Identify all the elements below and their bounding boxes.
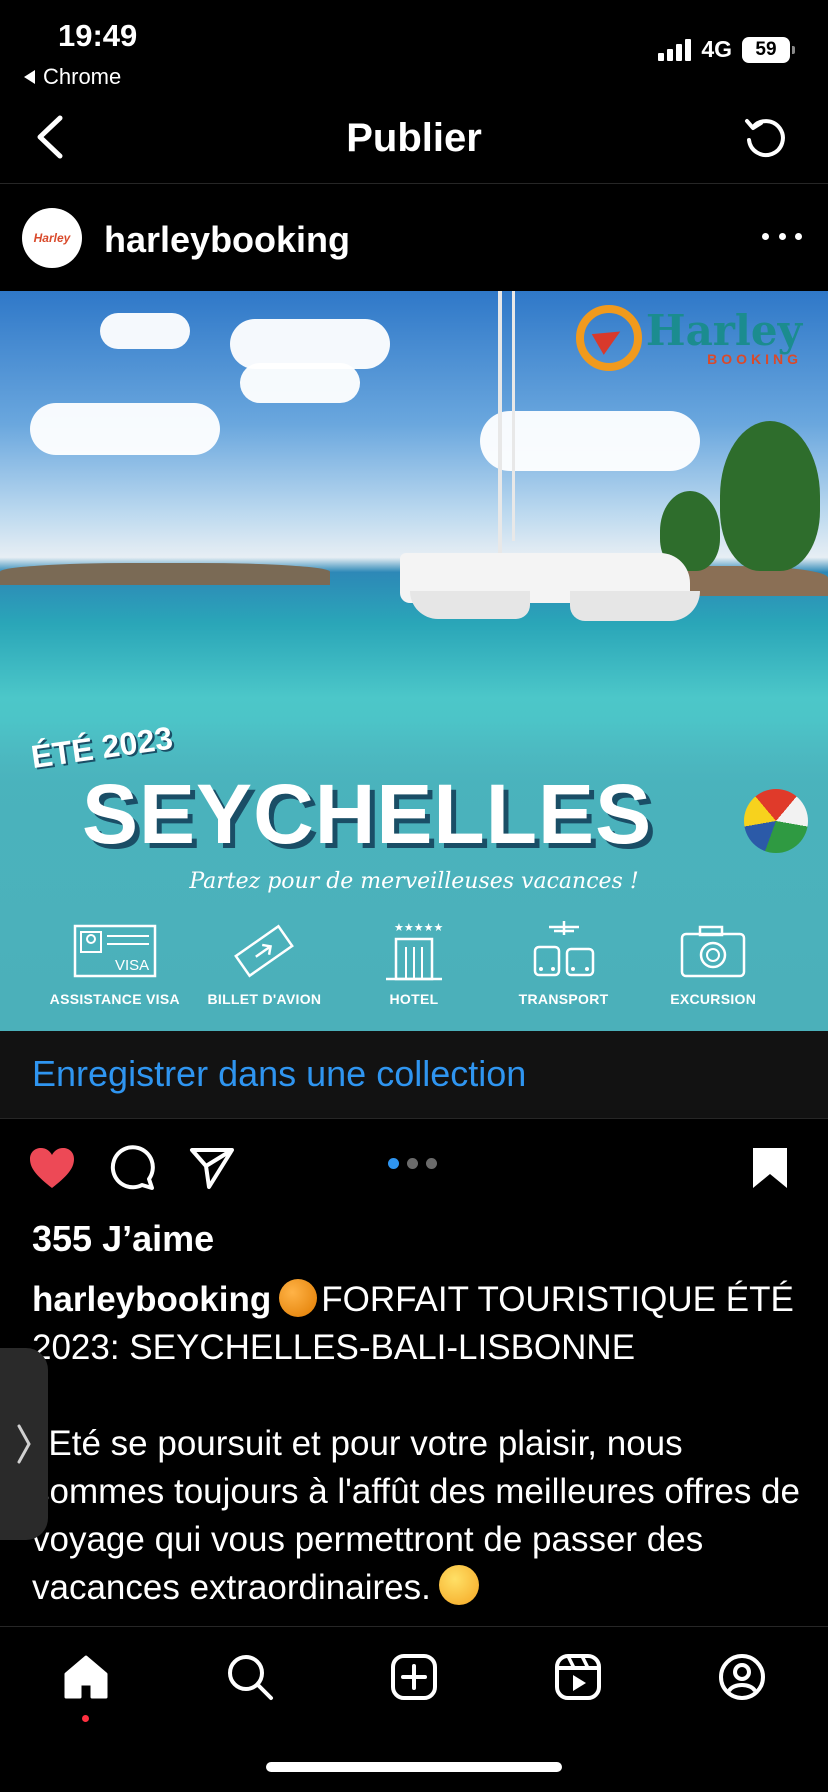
service-label: ASSISTANCE VISA	[49, 991, 180, 1007]
service-label: TRANSPORT	[518, 991, 609, 1007]
more-options-button[interactable]	[762, 221, 802, 251]
logo-sub-text: BOOKING	[707, 351, 802, 367]
orange-circle-emoji-icon	[279, 1279, 318, 1317]
status-bar: 19:49 Chrome 4G 59	[0, 0, 828, 92]
chevron-right-icon	[17, 1424, 31, 1464]
tab-create[interactable]	[386, 1649, 442, 1705]
share-button[interactable]	[186, 1142, 238, 1194]
save-collection-bar: Enregistrer dans une collection	[0, 1031, 828, 1119]
heart-filled-icon	[30, 1148, 74, 1188]
avatar[interactable]: Harley	[22, 208, 82, 268]
back-to-app-link[interactable]: Chrome	[24, 64, 121, 90]
destination-headline: SEYCHELLES	[82, 767, 653, 861]
top-header: Publier	[0, 92, 828, 184]
hotel-icon: ★★★★★	[385, 922, 443, 981]
status-time: 19:49	[58, 18, 138, 53]
carousel-dot-active	[388, 1158, 399, 1169]
tab-profile[interactable]	[714, 1649, 770, 1705]
page-title: Publier	[346, 116, 482, 160]
like-count[interactable]: 355 J’aime	[32, 1218, 214, 1260]
save-to-collection-link[interactable]: Enregistrer dans une collection	[32, 1053, 526, 1095]
caption-username[interactable]: harleybooking	[32, 1280, 271, 1319]
service-flight-ticket: BILLET D'AVION	[190, 919, 340, 1007]
bookmark-filled-icon	[753, 1148, 787, 1188]
back-app-label: Chrome	[43, 64, 122, 89]
paper-plane-logo-icon	[575, 305, 642, 371]
network-type: 4G	[701, 36, 732, 62]
cloud-shape	[240, 363, 360, 403]
svg-text:★★★★★: ★★★★★	[394, 922, 443, 934]
comment-button[interactable]	[106, 1142, 158, 1194]
carousel-indicator	[388, 1158, 437, 1169]
battery-level: 59	[755, 38, 777, 60]
caption-paragraph: .'Eté se poursuit et pour votre plaisir,…	[32, 1424, 800, 1607]
svg-text:VISA: VISA	[115, 957, 149, 974]
visa-card-icon: VISA	[73, 924, 157, 978]
post-image[interactable]: Harley BOOKING ÉTÉ 2023 SEYCHELLES Parte…	[0, 291, 828, 1031]
boat-hull-shape	[410, 591, 530, 619]
home-indicator[interactable]	[266, 1762, 562, 1772]
comment-icon	[110, 1145, 155, 1190]
service-label: BILLET D'AVION	[207, 991, 322, 1007]
create-icon	[391, 1654, 437, 1700]
plane-ticket-icon	[234, 924, 295, 978]
notification-dot	[82, 1715, 89, 1722]
tab-home[interactable]	[58, 1649, 114, 1705]
cloud-shape	[100, 313, 190, 349]
avatar-logo-text: Harley	[33, 231, 71, 245]
cloud-shape	[30, 403, 220, 455]
service-excursion: EXCURSION	[638, 919, 788, 1007]
service-transport: TRANSPORT	[489, 919, 639, 1007]
more-dot-icon	[762, 232, 769, 240]
status-indicators: 4G 59	[658, 36, 795, 63]
star-struck-emoji-icon	[438, 1565, 479, 1605]
boat-mast-shape	[512, 291, 515, 541]
refresh-button[interactable]	[740, 112, 792, 164]
tree-shape	[720, 421, 820, 571]
signal-icon	[658, 38, 692, 61]
more-dot-icon	[795, 232, 802, 240]
carousel-dot	[426, 1158, 437, 1169]
service-label: HOTEL	[389, 991, 439, 1007]
bookmark-button[interactable]	[744, 1142, 796, 1194]
post-username[interactable]: harleybooking	[104, 219, 350, 261]
refresh-icon	[745, 119, 785, 158]
more-dot-icon	[778, 232, 786, 240]
battery-icon: 59	[742, 36, 795, 63]
like-button[interactable]	[26, 1142, 78, 1194]
carousel-dot	[407, 1158, 418, 1169]
side-drawer-handle[interactable]	[0, 1348, 48, 1540]
home-icon	[64, 1655, 108, 1699]
profile-icon	[719, 1654, 765, 1700]
seychelles-flag-ball-icon	[744, 789, 808, 853]
search-icon	[228, 1655, 273, 1700]
post-caption: harleybooking FORFAIT TOURISTIQUE ÉTÉ 202…	[32, 1276, 802, 1612]
cloud-shape	[230, 319, 390, 369]
back-triangle-icon	[24, 70, 35, 84]
services-row: VISA ASSISTANCE VISA BILLET D'AVION ★★★★…	[40, 919, 788, 1007]
service-hotel: ★★★★★ HOTEL	[339, 919, 489, 1007]
harley-booking-logo: Harley BOOKING	[575, 305, 802, 371]
camera-icon	[680, 925, 746, 978]
rocky-shore-shape	[0, 563, 330, 585]
send-icon	[190, 1148, 234, 1189]
service-visa: VISA ASSISTANCE VISA	[40, 919, 190, 1007]
post-author-row: Harley harleybooking	[0, 185, 828, 291]
boat-mast-shape	[498, 291, 502, 561]
transport-icon	[533, 921, 594, 977]
tab-reels[interactable]	[550, 1649, 606, 1705]
service-label: EXCURSION	[670, 991, 757, 1007]
image-tagline: Partez pour de merveilleuses vacances !	[189, 869, 639, 894]
reels-icon	[555, 1654, 601, 1700]
logo-main-text: Harley	[645, 306, 802, 355]
tab-search[interactable]	[222, 1649, 278, 1705]
boat-hull-shape	[570, 591, 700, 621]
